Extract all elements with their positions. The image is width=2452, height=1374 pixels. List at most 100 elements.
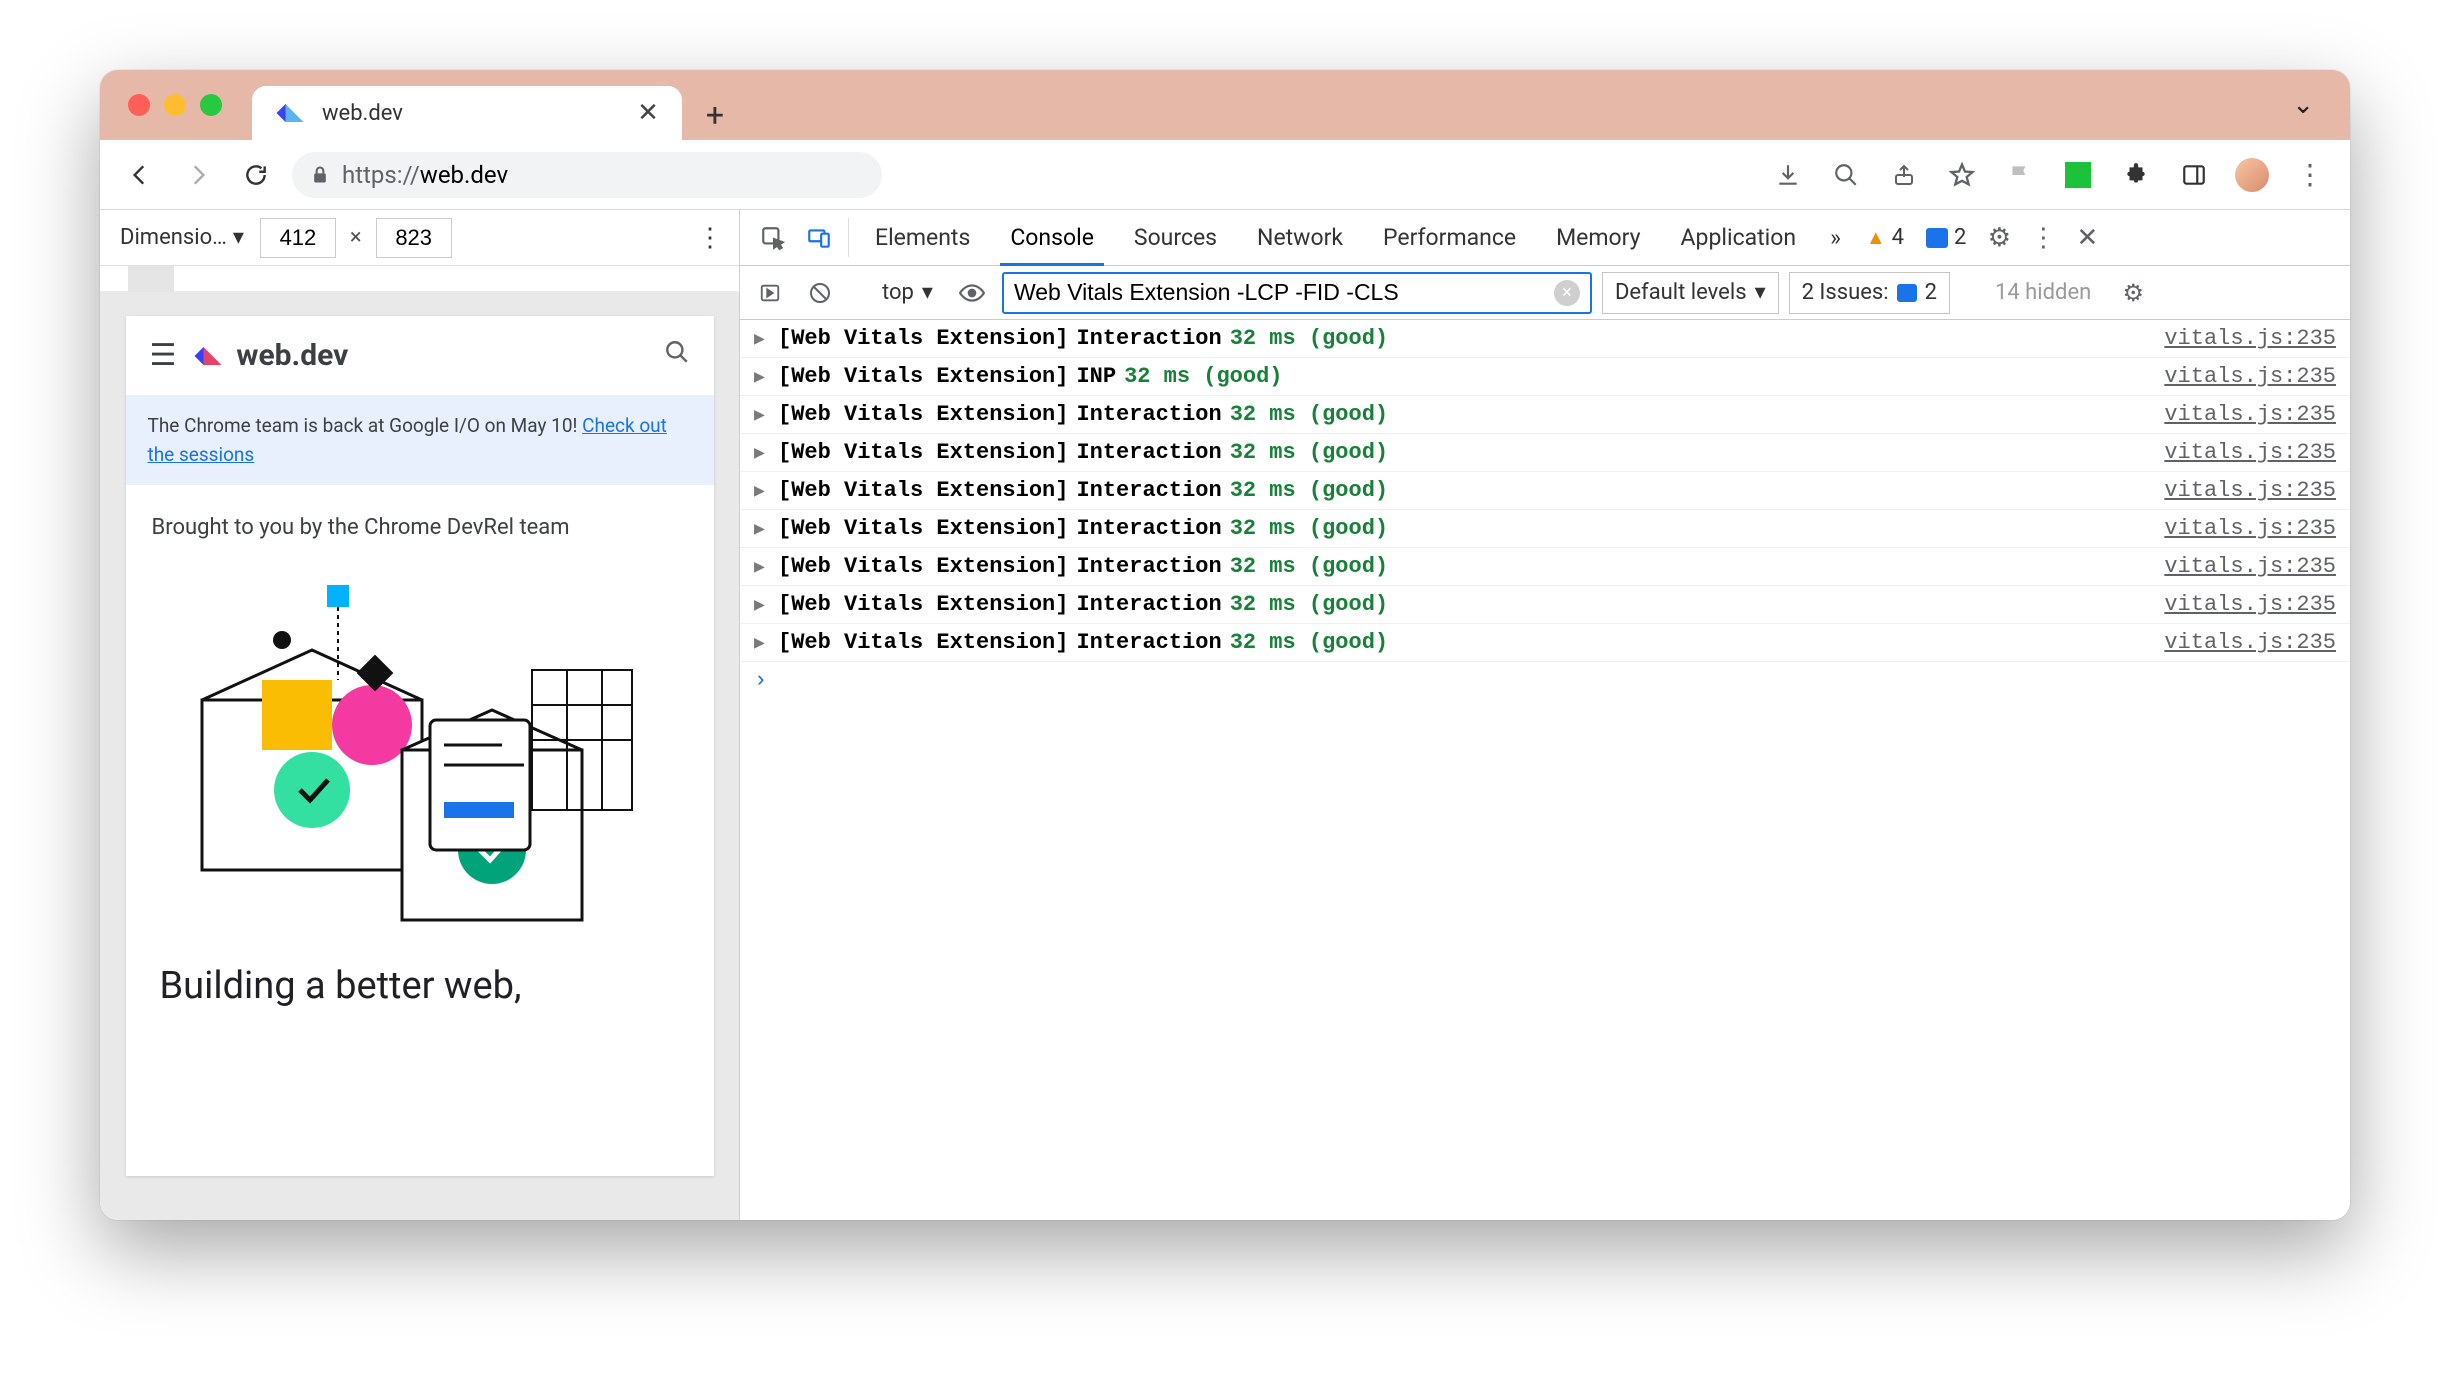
minimize-window-button[interactable] bbox=[164, 94, 186, 116]
log-source-link[interactable]: vitals.js:235 bbox=[2164, 326, 2336, 351]
log-value: 32 ms (good) bbox=[1230, 440, 1388, 465]
devtools-settings-button[interactable]: ⚙ bbox=[1977, 210, 2021, 265]
devtools-tab-sources[interactable]: Sources bbox=[1114, 210, 1237, 265]
chat-icon bbox=[1926, 228, 1948, 248]
live-preview-button[interactable] bbox=[952, 273, 992, 313]
devtools-tab-memory[interactable]: Memory bbox=[1536, 210, 1660, 265]
console-message[interactable]: ▶[Web Vitals Extension] Interaction 32 m… bbox=[740, 434, 2350, 472]
search-icon[interactable] bbox=[664, 339, 690, 372]
log-metric: Interaction bbox=[1076, 326, 1221, 351]
page-brand[interactable]: web.dev bbox=[190, 338, 348, 374]
fullscreen-window-button[interactable] bbox=[200, 94, 222, 116]
log-value: 32 ms (good) bbox=[1230, 402, 1388, 427]
log-metric: Interaction bbox=[1076, 478, 1221, 503]
reload-button[interactable] bbox=[234, 153, 278, 197]
share-button[interactable] bbox=[1882, 153, 1926, 197]
flag-icon[interactable] bbox=[1998, 153, 2042, 197]
bookmark-button[interactable] bbox=[1940, 153, 1984, 197]
webdev-logo-icon bbox=[190, 338, 226, 374]
levels-label: Default levels bbox=[1615, 280, 1747, 305]
log-source-link[interactable]: vitals.js:235 bbox=[2164, 592, 2336, 617]
log-metric: Interaction bbox=[1076, 440, 1221, 465]
devtools-tab-network[interactable]: Network bbox=[1237, 210, 1363, 265]
log-metric: Interaction bbox=[1076, 554, 1221, 579]
device-height-input[interactable] bbox=[376, 218, 452, 258]
log-source-link[interactable]: vitals.js:235 bbox=[2164, 402, 2336, 427]
log-levels-dropdown[interactable]: Default levels ▾ bbox=[1602, 272, 1779, 314]
extensions-button[interactable] bbox=[2114, 153, 2158, 197]
browser-toolbar: https://web.dev ⋮ bbox=[100, 140, 2350, 210]
log-prefix: [Web Vitals Extension] bbox=[778, 592, 1068, 617]
console-message[interactable]: ▶[Web Vitals Extension] INP 32 ms (good)… bbox=[740, 358, 2350, 396]
downloads-button[interactable] bbox=[1766, 153, 1810, 197]
device-more-button[interactable]: ⋮ bbox=[695, 223, 725, 253]
log-source-link[interactable]: vitals.js:235 bbox=[2164, 364, 2336, 389]
context-label: top bbox=[882, 280, 914, 305]
lock-icon bbox=[310, 165, 330, 185]
issues-button[interactable]: 2 Issues: 2 bbox=[1789, 272, 1950, 314]
devtools-menu-button[interactable]: ⋮ bbox=[2021, 210, 2065, 265]
rendered-page[interactable]: ☰ web.dev The Chrome bbox=[126, 316, 714, 1176]
extension-color-icon[interactable] bbox=[2056, 153, 2100, 197]
browser-tab[interactable]: web.dev ✕ bbox=[252, 86, 682, 140]
context-selector[interactable]: top ▾ bbox=[873, 279, 942, 306]
page-headline: Building a better web, bbox=[126, 954, 714, 1030]
log-metric: INP bbox=[1076, 364, 1116, 389]
filter-text-input[interactable] bbox=[1014, 279, 1544, 306]
live-expression-button[interactable] bbox=[750, 273, 790, 313]
console-prompt[interactable]: › bbox=[740, 662, 2350, 699]
log-source-link[interactable]: vitals.js:235 bbox=[2164, 554, 2336, 579]
device-width-input[interactable] bbox=[260, 218, 336, 258]
devtools-close-button[interactable]: ✕ bbox=[2065, 210, 2109, 265]
devtools-tab-performance[interactable]: Performance bbox=[1363, 210, 1536, 265]
console-message[interactable]: ▶[Web Vitals Extension] Interaction 32 m… bbox=[740, 396, 2350, 434]
console-message[interactable]: ▶[Web Vitals Extension] Interaction 32 m… bbox=[740, 320, 2350, 358]
devtools-panel: ElementsConsoleSourcesNetworkPerformance… bbox=[740, 210, 2350, 1220]
log-source-link[interactable]: vitals.js:235 bbox=[2164, 440, 2336, 465]
back-button[interactable] bbox=[118, 153, 162, 197]
console-filter-input[interactable]: × bbox=[1002, 272, 1592, 314]
inspect-element-button[interactable] bbox=[750, 210, 796, 265]
window-controls bbox=[116, 70, 252, 140]
log-value: 32 ms (good) bbox=[1230, 478, 1388, 503]
console-message[interactable]: ▶[Web Vitals Extension] Interaction 32 m… bbox=[740, 472, 2350, 510]
messages-badge[interactable]: 2 bbox=[1915, 210, 1977, 265]
device-toggle-button[interactable] bbox=[796, 210, 842, 265]
warnings-badge[interactable]: ▲ 4 bbox=[1855, 210, 1915, 265]
hamburger-icon[interactable]: ☰ bbox=[150, 338, 177, 373]
close-tab-button[interactable]: ✕ bbox=[634, 98, 662, 128]
device-emulator-panel: Dimensio… ▾ × ⋮ ☰ bbox=[100, 210, 740, 1220]
device-dropdown[interactable]: Dimensio… ▾ bbox=[114, 221, 250, 254]
zoom-button[interactable] bbox=[1824, 153, 1868, 197]
log-metric: Interaction bbox=[1076, 402, 1221, 427]
side-panel-button[interactable] bbox=[2172, 153, 2216, 197]
address-bar[interactable]: https://web.dev bbox=[292, 152, 882, 198]
chat-icon bbox=[1897, 284, 1917, 302]
tab-list-button[interactable]: ⌄ bbox=[2292, 70, 2314, 140]
profile-avatar[interactable] bbox=[2230, 153, 2274, 197]
device-label: Dimensio… bbox=[120, 225, 227, 250]
forward-button[interactable] bbox=[176, 153, 220, 197]
log-value: 32 ms (good) bbox=[1230, 554, 1388, 579]
console-message[interactable]: ▶[Web Vitals Extension] Interaction 32 m… bbox=[740, 548, 2350, 586]
new-tab-button[interactable]: + bbox=[690, 90, 740, 140]
devtools-tab-console[interactable]: Console bbox=[990, 210, 1114, 265]
log-source-link[interactable]: vitals.js:235 bbox=[2164, 516, 2336, 541]
console-settings-button[interactable]: ⚙ bbox=[2113, 273, 2153, 313]
log-source-link[interactable]: vitals.js:235 bbox=[2164, 478, 2336, 503]
browser-menu-button[interactable]: ⋮ bbox=[2288, 153, 2332, 197]
devtools-tab-elements[interactable]: Elements bbox=[855, 210, 990, 265]
multiply-icon: × bbox=[346, 225, 366, 250]
clear-console-button[interactable] bbox=[800, 273, 840, 313]
caret-down-icon: ▾ bbox=[233, 225, 244, 250]
close-window-button[interactable] bbox=[128, 94, 150, 116]
console-message[interactable]: ▶[Web Vitals Extension] Interaction 32 m… bbox=[740, 586, 2350, 624]
messages-count: 2 bbox=[1954, 225, 1966, 250]
more-tabs-button[interactable]: » bbox=[1816, 210, 1855, 265]
log-source-link[interactable]: vitals.js:235 bbox=[2164, 630, 2336, 655]
console-message[interactable]: ▶[Web Vitals Extension] Interaction 32 m… bbox=[740, 510, 2350, 548]
console-message[interactable]: ▶[Web Vitals Extension] Interaction 32 m… bbox=[740, 624, 2350, 662]
console-toolbar: top ▾ × Default levels ▾ 2 Issues: 2 bbox=[740, 266, 2350, 320]
devtools-tab-application[interactable]: Application bbox=[1661, 210, 1817, 265]
clear-filter-button[interactable]: × bbox=[1554, 280, 1580, 306]
